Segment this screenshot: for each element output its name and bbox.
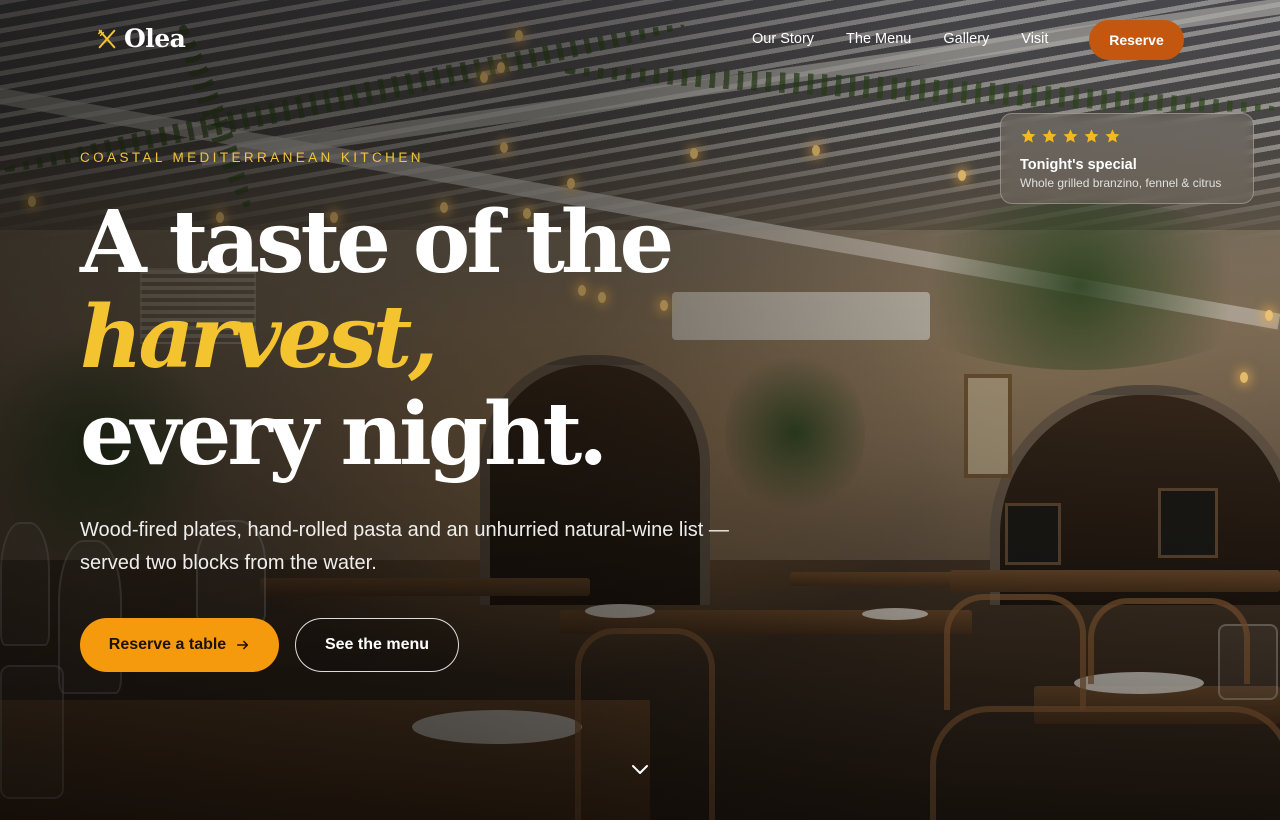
hero-headline-line-3: every night. bbox=[80, 384, 608, 485]
reserve-table-button[interactable]: Reserve a table bbox=[80, 618, 279, 672]
top-navigation: Olea Our Story The Menu Gallery Visit Re… bbox=[0, 0, 1280, 80]
star-icon bbox=[1042, 129, 1057, 143]
hero-headline-line-2: harvest, bbox=[80, 287, 438, 388]
hero-eyebrow: COASTAL MEDITERRANEAN KITCHEN bbox=[80, 150, 424, 165]
brand-name: Olea bbox=[124, 24, 186, 53]
nav-reserve-button[interactable]: Reserve bbox=[1089, 20, 1184, 60]
brand-logo[interactable]: Olea bbox=[96, 24, 186, 53]
see-menu-button[interactable]: See the menu bbox=[295, 618, 459, 672]
nav-links: Our Story The Menu Gallery Visit bbox=[752, 31, 1048, 47]
rating-stars bbox=[1020, 128, 1234, 146]
star-icon bbox=[1105, 129, 1120, 143]
star-icon bbox=[1021, 129, 1036, 143]
reserve-table-label: Reserve a table bbox=[108, 636, 227, 653]
nav-link-our-story[interactable]: Our Story bbox=[752, 31, 814, 47]
special-description: Whole grilled branzino, fennel & citrus bbox=[1020, 176, 1222, 190]
chevron-down-icon[interactable] bbox=[629, 758, 651, 780]
tonights-special-card: Tonight's special Whole grilled branzino… bbox=[1000, 113, 1254, 204]
arrow-right-icon bbox=[237, 640, 249, 650]
nav-link-visit[interactable]: Visit bbox=[1021, 31, 1048, 47]
hero-description: Wood-fired plates, hand-rolled pasta and… bbox=[80, 519, 729, 574]
star-icon bbox=[1084, 129, 1099, 143]
special-title: Tonight's special bbox=[1020, 157, 1137, 173]
nav-link-the-menu[interactable]: The Menu bbox=[846, 31, 911, 47]
utensils-icon bbox=[98, 29, 116, 48]
hero-headline-line-1: A taste of the bbox=[80, 192, 674, 293]
star-icon bbox=[1063, 129, 1078, 143]
nav-link-gallery[interactable]: Gallery bbox=[943, 31, 989, 47]
